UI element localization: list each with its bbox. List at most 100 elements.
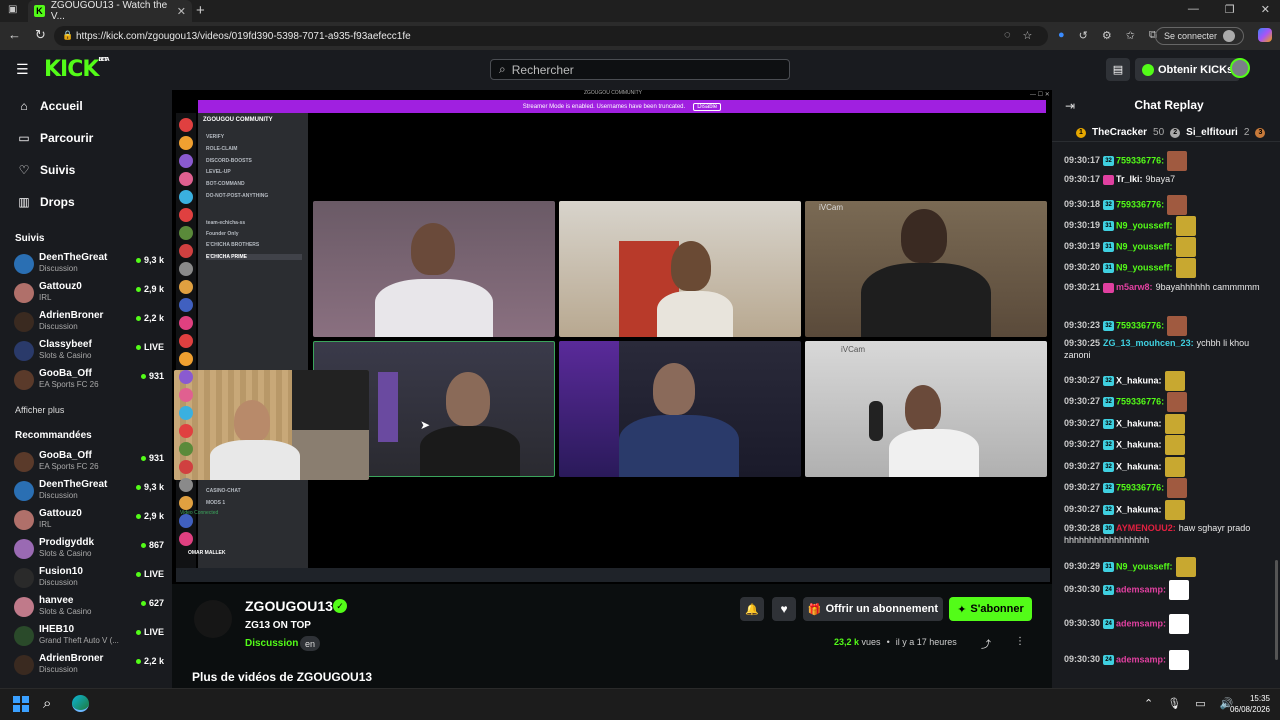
chat-scrollbar[interactable] bbox=[1275, 560, 1278, 660]
viewer-count-text: 931 bbox=[148, 453, 164, 463]
puzzle-icon[interactable]: ⚙ bbox=[1102, 29, 1112, 42]
sidebar-channel[interactable]: GooBa_Off EA Sports FC 26 931 bbox=[14, 368, 164, 394]
chat-username[interactable]: X_hakuna: bbox=[1116, 439, 1162, 449]
chat-username[interactable]: 759336776: bbox=[1116, 396, 1164, 406]
signin-button[interactable]: Se connecter bbox=[1155, 27, 1245, 45]
chat-username[interactable]: m5arw8: bbox=[1116, 282, 1153, 292]
microphone-icon[interactable]: 🎙 bbox=[1167, 697, 1181, 710]
kick-logo[interactable]: KICKBETA bbox=[44, 57, 110, 82]
chat-username[interactable]: X_hakuna: bbox=[1116, 375, 1162, 385]
taskbar-clock[interactable]: 15:35 06/08/2026 bbox=[1226, 693, 1270, 715]
gift-label: Offrir un abonnement bbox=[825, 603, 939, 615]
subscribe-button[interactable]: ✦ S'abonner bbox=[949, 597, 1032, 621]
taskbar-search-icon[interactable]: ⌕ bbox=[43, 695, 51, 712]
nav-drops[interactable]: ▥ Drops bbox=[18, 195, 74, 209]
chat-username[interactable]: Tr_lki: bbox=[1116, 174, 1143, 184]
url-field[interactable]: 🔒 https://kick.com/zgougou13/videos/019f… bbox=[54, 26, 1048, 46]
sidebar-channel[interactable]: IHEB10 Grand Theft Auto V (... LIVE bbox=[14, 624, 164, 650]
leader-2-name[interactable]: Si_elfitouri bbox=[1186, 127, 1238, 138]
gift-subscription-button[interactable]: 🎁 Offrir un abonnement bbox=[803, 597, 943, 621]
share-icon[interactable]: ⤴ bbox=[981, 636, 991, 651]
chat-timestamp: 09:30:30 bbox=[1064, 584, 1101, 595]
get-kicks-button[interactable]: Obtenir KICKs bbox=[1135, 58, 1241, 81]
discord-server-icon bbox=[179, 280, 193, 294]
edge-browser-icon[interactable] bbox=[72, 695, 89, 712]
leader-1-name[interactable]: TheCracker bbox=[1092, 127, 1147, 138]
sync-icon[interactable]: ↺ bbox=[1079, 29, 1088, 42]
sidebar-channel[interactable]: Classybeef Slots & Casino LIVE bbox=[14, 339, 164, 365]
chat-username[interactable]: N9_yousseff: bbox=[1116, 561, 1173, 571]
chat-username[interactable]: 759336776: bbox=[1116, 155, 1164, 165]
copilot-icon[interactable] bbox=[1258, 28, 1272, 42]
chat-username[interactable]: ademsamp: bbox=[1116, 584, 1166, 594]
nav-following[interactable]: ♡ Suivis bbox=[18, 163, 76, 177]
display-icon[interactable]: ▭ bbox=[1195, 697, 1205, 710]
chat-emote-icon bbox=[1164, 500, 1185, 520]
sidebar-channel[interactable]: AdrienBroner Discussion 2,2 k bbox=[14, 653, 164, 679]
back-icon[interactable]: ← bbox=[8, 27, 21, 43]
subscriber-badge-icon: 31 bbox=[1103, 242, 1115, 252]
extension-icon[interactable]: ● bbox=[1058, 29, 1065, 42]
chat-username[interactable]: ademsamp: bbox=[1116, 618, 1166, 628]
nav-browse[interactable]: ▭ Parcourir bbox=[18, 131, 93, 145]
refresh-icon[interactable]: ↻ bbox=[35, 27, 46, 43]
tray-chevron-icon[interactable]: ⌃ bbox=[1144, 697, 1153, 710]
more-options-icon[interactable]: ⋮ bbox=[1015, 636, 1025, 647]
sidebar-channel[interactable]: DeenTheGreat Discussion 9,3 k bbox=[14, 479, 164, 505]
sidebar-channel[interactable]: hanvee Slots & Casino 627 bbox=[14, 595, 164, 621]
chat-timestamp: 09:30:19 bbox=[1064, 241, 1101, 252]
sidebar-channel[interactable]: GooBa_Off EA Sports FC 26 931 bbox=[14, 450, 164, 476]
rank-2-icon: 2 bbox=[1170, 127, 1181, 138]
reader-icon[interactable]: ◌ bbox=[1004, 29, 1011, 42]
nav-home[interactable]: ⌂ Accueil bbox=[18, 99, 82, 113]
chat-timestamp: 09:30:19 bbox=[1064, 220, 1101, 231]
notification-button[interactable]: 🔔 bbox=[740, 597, 764, 621]
channel-name: DeenTheGreat bbox=[39, 252, 108, 263]
minimize-icon[interactable]: — bbox=[1188, 3, 1199, 16]
chat-username[interactable]: N9_yousseff: bbox=[1116, 262, 1173, 272]
collections-icon[interactable]: ✩ bbox=[1126, 29, 1135, 42]
follow-button[interactable]: ♥ bbox=[772, 597, 796, 621]
video-category[interactable]: Discussion bbox=[245, 638, 298, 649]
sidebar-channel[interactable]: DeenTheGreat Discussion 9,3 k bbox=[14, 252, 164, 278]
participant-5 bbox=[653, 363, 695, 415]
chat-username[interactable]: X_hakuna: bbox=[1116, 504, 1162, 514]
chat-username[interactable]: ademsamp: bbox=[1116, 654, 1166, 664]
chat-username[interactable]: N9_yousseff: bbox=[1116, 220, 1173, 230]
system-tray: ⌃ 🎙 ▭ 🔊 bbox=[1144, 697, 1233, 710]
chat-username[interactable]: 759336776: bbox=[1116, 482, 1164, 492]
chat-timestamp: 09:30:27 bbox=[1064, 504, 1101, 515]
call-tile-1 bbox=[313, 201, 555, 337]
tab-close-icon[interactable]: ✕ bbox=[177, 5, 186, 18]
chat-username[interactable]: 759336776: bbox=[1116, 320, 1164, 330]
new-tab-icon[interactable]: + bbox=[196, 2, 205, 19]
chat-username[interactable]: X_hakuna: bbox=[1116, 418, 1162, 428]
channel-category: Discussion bbox=[39, 264, 78, 273]
chat-username[interactable]: ZG_13_mouhcen_23: bbox=[1103, 338, 1194, 348]
browser-tab[interactable]: K ZGOUGOU13 - Watch the V... ✕ bbox=[28, 0, 192, 22]
channel-category: Discussion bbox=[39, 665, 78, 674]
tab-actions-icon[interactable]: ▣ bbox=[8, 4, 17, 15]
sidebar-channel[interactable]: Prodigyddk Slots & Casino 867 bbox=[14, 537, 164, 563]
windows-start-icon[interactable] bbox=[13, 696, 29, 712]
menu-hamburger-icon[interactable]: ☰ bbox=[16, 62, 30, 76]
channel-name[interactable]: ZGOUGOU13 bbox=[245, 598, 333, 614]
user-avatar[interactable] bbox=[1230, 58, 1250, 78]
discord-server-icon bbox=[179, 370, 193, 384]
layout-toggle-button[interactable]: ▤ bbox=[1106, 58, 1130, 81]
channel-avatar[interactable] bbox=[194, 600, 232, 638]
chat-username[interactable]: N9_yousseff: bbox=[1116, 241, 1173, 251]
sidebar-channel[interactable]: AdrienBroner Discussion 2,2 k bbox=[14, 310, 164, 336]
maximize-icon[interactable]: ❐ bbox=[1225, 3, 1235, 16]
viewer-count-text: 931 bbox=[148, 371, 164, 381]
search-input[interactable]: ⌕ Rechercher bbox=[490, 59, 790, 80]
sidebar-channel[interactable]: Gattouz0 IRL 2,9 k bbox=[14, 508, 164, 534]
sidebar-channel[interactable]: Fusion10 Discussion LIVE bbox=[14, 566, 164, 592]
favorite-star-icon[interactable]: ☆ bbox=[1023, 29, 1033, 42]
chat-username[interactable]: X_hakuna: bbox=[1116, 461, 1162, 471]
sidebar-channel[interactable]: Gattouz0 IRL 2,9 k bbox=[14, 281, 164, 307]
close-window-icon[interactable]: ✕ bbox=[1261, 3, 1270, 16]
chat-username[interactable]: AYMENOUU2: bbox=[1116, 523, 1176, 533]
chat-username[interactable]: 759336776: bbox=[1116, 199, 1164, 209]
show-more-link[interactable]: Afficher plus bbox=[15, 405, 64, 415]
